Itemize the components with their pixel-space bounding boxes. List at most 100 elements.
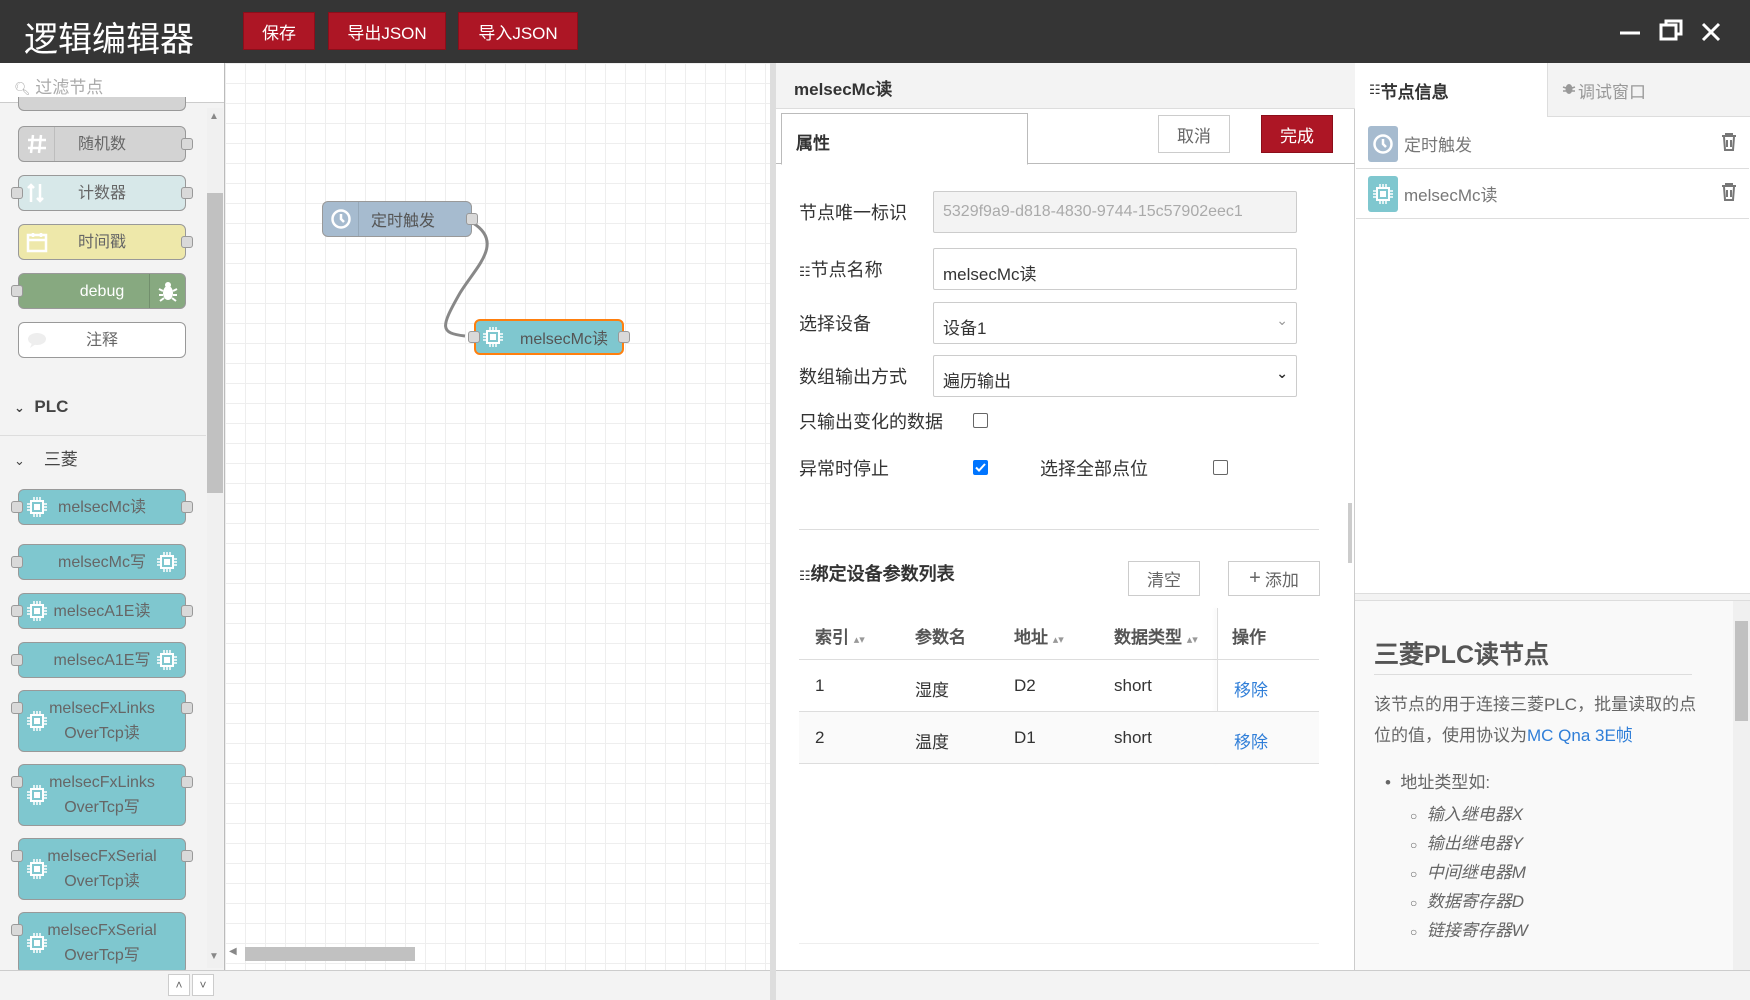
palette-node-fxlinks-write[interactable]: melsecFxLinks OverTcp写	[11, 764, 193, 826]
scroll-left-arrow-icon[interactable]: ◀	[229, 946, 237, 957]
palette-node-fxserial-write[interactable]: melsecFxSerial OverTcp写	[11, 912, 186, 974]
cancel-button[interactable]: 取消	[1158, 115, 1230, 153]
input-port[interactable]	[468, 331, 480, 343]
bind-section-title: ☷绑定设备参数列表	[799, 564, 955, 584]
palette-node-label-line2: OverTcp写	[64, 799, 140, 816]
filter-placeholder: 过滤节点	[35, 78, 104, 97]
tab-node-info[interactable]: ☷ 节点信息	[1355, 63, 1548, 117]
palette-node-melsecmc-write[interactable]: melsecMc写	[11, 544, 186, 580]
save-button[interactable]: 保存	[243, 12, 315, 50]
sidebar-splitter[interactable]	[1355, 593, 1750, 601]
import-json-button[interactable]: 导入JSON	[458, 12, 578, 50]
flow-node-melsecmc-read[interactable]: melsecMc读	[468, 319, 630, 355]
palette-node-fxlinks-read[interactable]: melsecFxLinks OverTcp读	[11, 690, 193, 752]
chip-icon	[19, 913, 55, 973]
sidebar-node-inject[interactable]: 定时触发	[1356, 119, 1749, 169]
table-row: 1 湿度 D2 short 移除	[799, 660, 1319, 712]
palette-node-label: debug	[79, 282, 125, 300]
palette-node-label: melsecA1E读	[53, 602, 151, 620]
device-label: 选择设备	[799, 314, 871, 334]
input-port[interactable]	[11, 501, 23, 513]
input-port[interactable]	[11, 702, 23, 714]
table-header-cell[interactable]: 地址 ▴▾	[1014, 623, 1064, 648]
palette-scrollbar-thumb[interactable]	[207, 193, 223, 493]
canvas-scrollbar-thumb[interactable]	[245, 947, 415, 961]
array-output-select[interactable]: 遍历输出 ⌄	[933, 355, 1297, 397]
input-port[interactable]	[11, 285, 23, 297]
palette-node-label: melsecFxLinks	[49, 700, 155, 717]
trash-icon[interactable]	[1721, 183, 1737, 206]
input-port[interactable]	[11, 924, 23, 936]
output-port[interactable]	[181, 138, 193, 150]
output-port[interactable]	[181, 501, 193, 513]
output-port[interactable]	[181, 702, 193, 714]
help-description: 该节点的用于连接三菱PLC，批量读取的点位的值，使用协议为MC Qna 3E帧	[1374, 695, 1697, 745]
output-port[interactable]	[181, 776, 193, 788]
input-port[interactable]	[11, 605, 23, 617]
palette-node-partial[interactable]	[18, 97, 186, 111]
flow-canvas[interactable]: 定时触发 melsecMc读 ◀	[225, 63, 770, 970]
output-port[interactable]	[181, 850, 193, 862]
input-port[interactable]	[11, 776, 23, 788]
sidebar-node-melsecmc[interactable]: melsecMc读	[1356, 169, 1749, 219]
add-label: 添加	[1264, 571, 1299, 590]
tray-resize-handle[interactable]	[1348, 503, 1352, 563]
remove-link[interactable]: 移除	[1234, 728, 1268, 753]
stop-on-error-checkbox[interactable]	[973, 460, 988, 475]
tab-debug-window[interactable]: 调试窗口	[1548, 63, 1748, 117]
help-scrollbar-thumb[interactable]	[1735, 621, 1748, 721]
node-name-field[interactable]: melsecMc读	[933, 248, 1297, 290]
tab-properties[interactable]: 属性	[781, 113, 1028, 165]
input-port[interactable]	[11, 654, 23, 666]
palette-node-melsecmc-read[interactable]: melsecMc读	[11, 489, 193, 525]
device-select[interactable]: 设备1 ⌄	[933, 302, 1297, 344]
select-all-checkbox[interactable]	[1213, 460, 1228, 475]
clear-button[interactable]: 清空	[1128, 561, 1200, 596]
chip-icon	[19, 839, 55, 899]
bug-icon	[1562, 80, 1576, 100]
output-port[interactable]	[181, 236, 193, 248]
protocol-link[interactable]: MC Qna 3E帧	[1527, 726, 1633, 745]
flow-node-inject[interactable]: 定时触发	[322, 201, 478, 237]
palette-node-timestamp[interactable]: 时间戳	[18, 224, 193, 260]
flow-wire[interactable]	[225, 63, 770, 970]
palette-node-label: melsecMc读	[57, 498, 146, 516]
palette-node-debug[interactable]: debug	[11, 273, 186, 309]
restore-icon[interactable]	[1657, 16, 1685, 46]
output-port[interactable]	[466, 213, 478, 225]
close-icon[interactable]	[1697, 16, 1725, 46]
expand-all-icon[interactable]: ˅	[192, 974, 214, 996]
palette-node-fxserial-read[interactable]: melsecFxSerial OverTcp读	[11, 838, 193, 900]
palette-node-label: melsecA1E写	[53, 651, 151, 669]
add-button[interactable]: + 添加	[1228, 561, 1320, 596]
category-plc[interactable]: ⌄ PLC	[14, 397, 68, 417]
table-header-cell[interactable]: 索引 ▴▾	[815, 623, 865, 648]
right-sidebar: ☷ 节点信息 调试窗口 定时触发 melsecMc读 三菱PLC读节点 该节点的用…	[1355, 63, 1750, 970]
scroll-down-arrow-icon[interactable]: ▼	[209, 951, 219, 962]
palette-node-comment[interactable]: 注释	[18, 322, 186, 358]
palette-node-random[interactable]: 随机数	[18, 126, 193, 162]
collapse-all-icon[interactable]: ˄	[168, 974, 190, 996]
comment-icon	[19, 323, 55, 357]
input-port[interactable]	[11, 556, 23, 568]
export-json-button[interactable]: 导出JSON	[328, 12, 446, 50]
output-port[interactable]	[181, 187, 193, 199]
trash-icon[interactable]	[1721, 133, 1737, 156]
input-port[interactable]	[11, 187, 23, 199]
table-header-cell[interactable]: 数据类型 ▴▾	[1114, 623, 1198, 648]
palette-node-melseca1e-write[interactable]: melsecA1E写	[11, 642, 186, 678]
output-port[interactable]	[618, 331, 630, 343]
category-mitsubishi[interactable]: ⌄ 三菱	[14, 445, 78, 470]
palette-node-label-line2: OverTcp读	[64, 873, 140, 890]
minimize-icon[interactable]	[1616, 16, 1644, 46]
circle-bullet-icon: ○	[1410, 867, 1418, 881]
remove-link[interactable]: 移除	[1234, 676, 1268, 701]
only-changed-checkbox[interactable]	[973, 413, 988, 428]
help-list-title: • 地址类型如:	[1385, 773, 1491, 792]
palette-node-counter[interactable]: 计数器	[11, 175, 193, 211]
palette-node-melseca1e-read[interactable]: melsecA1E读	[11, 593, 193, 629]
output-port[interactable]	[181, 605, 193, 617]
done-button[interactable]: 完成	[1261, 115, 1333, 153]
input-port[interactable]	[11, 850, 23, 862]
scroll-up-arrow-icon[interactable]: ▲	[209, 111, 219, 122]
